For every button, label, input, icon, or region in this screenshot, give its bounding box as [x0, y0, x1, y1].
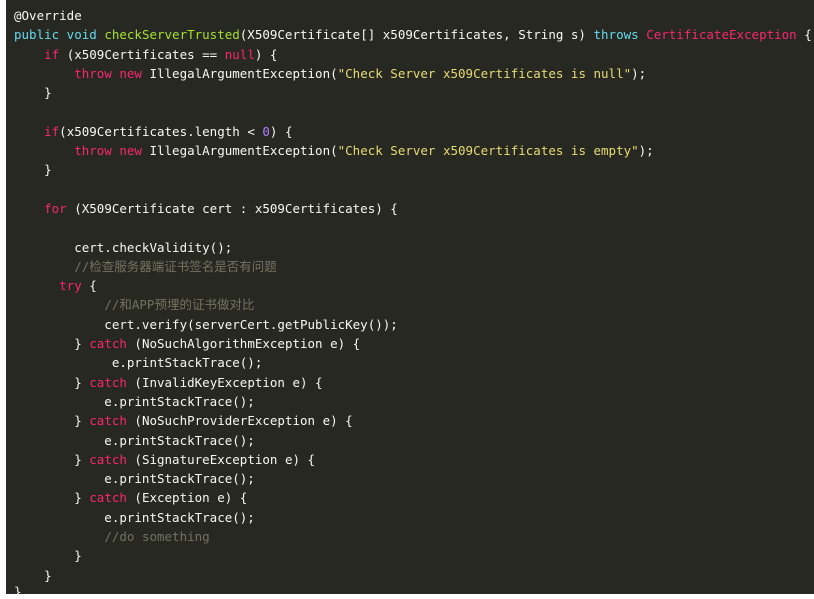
- code-token: e.printStackTrace();: [14, 355, 263, 371]
- code-token: {: [796, 27, 812, 43]
- code-token: //检查服务器端证书签名是否有问题: [74, 258, 277, 274]
- code-editor: @Override public void checkServerTrusted(…: [6, 0, 814, 599]
- code-line: //和APP预埋的证书做对比: [6, 295, 814, 314]
- code-token: (Exception e) {: [126, 490, 248, 506]
- code-token: );: [638, 143, 654, 159]
- closing-brace: }: [14, 584, 22, 599]
- code-token: "Check Server x509Certificates is empty": [337, 143, 639, 159]
- code-token: (X509Certificate cert : x509Certificates…: [66, 200, 398, 216]
- code-line: } catch (SignatureException e) {: [6, 450, 814, 469]
- code-token: }: [14, 413, 90, 429]
- code-line: for (X509Certificate cert : x509Certific…: [6, 199, 814, 218]
- code-token: (X509Certificate[] x509Certificates, Str…: [239, 27, 594, 43]
- code-token: (NoSuchAlgorithmException e) {: [126, 336, 361, 352]
- code-token: (x509Certificates.length <: [59, 123, 263, 139]
- code-token: }: [14, 490, 90, 506]
- code-line: } catch (InvalidKeyException e) {: [6, 373, 814, 392]
- code-line: }: [6, 566, 814, 585]
- code-token: ) {: [269, 123, 293, 139]
- code-token: e.printStackTrace();: [14, 471, 255, 487]
- code-line: //do something: [6, 527, 814, 546]
- code-token: throws: [593, 27, 639, 43]
- code-token: checkServerTrusted: [104, 27, 240, 43]
- code-token: catch: [89, 336, 127, 352]
- code-line: }: [6, 160, 814, 179]
- code-token: e.printStackTrace();: [14, 432, 255, 448]
- code-line: }: [6, 83, 814, 102]
- code-token: e.printStackTrace();: [14, 393, 255, 409]
- code-token: }: [14, 451, 90, 467]
- code-token: catch: [89, 451, 127, 467]
- code-line: }: [6, 546, 814, 565]
- code-line: e.printStackTrace();: [6, 469, 814, 488]
- code-line: try {: [6, 276, 814, 295]
- code-token: {: [81, 278, 97, 294]
- code-token: cert.checkValidity();: [14, 239, 233, 255]
- code-token: if: [44, 46, 60, 62]
- code-token: IllegalArgumentException(: [141, 143, 338, 159]
- code-token: ) {: [254, 46, 278, 62]
- code-token: //do something: [104, 529, 210, 545]
- code-token: (x509Certificates ==: [59, 46, 225, 62]
- code-token: }: [14, 374, 90, 390]
- code-token: try: [59, 278, 82, 294]
- code-line: } catch (NoSuchAlgorithmException e) {: [6, 334, 814, 353]
- code-token: );: [631, 65, 647, 81]
- code-token: if: [44, 123, 60, 139]
- code-line: //检查服务器端证书签名是否有问题: [6, 257, 814, 276]
- code-token: "Check Server x509Certificates is null": [337, 65, 632, 81]
- code-token: null: [224, 46, 255, 62]
- code-token: IllegalArgumentException(: [141, 65, 338, 81]
- code-token: throw new: [74, 65, 142, 81]
- code-token: public void: [14, 27, 105, 43]
- code-token: CertificateException: [646, 27, 797, 43]
- code-token: for: [44, 200, 67, 216]
- code-line: } catch (NoSuchProviderException e) {: [6, 411, 814, 430]
- code-token: catch: [89, 374, 127, 390]
- code-token: }: [14, 548, 82, 564]
- code-line: public void checkServerTrusted(X509Certi…: [6, 25, 814, 44]
- code-token: @Override: [14, 8, 82, 23]
- code-token: (InvalidKeyException e) {: [126, 374, 323, 390]
- code-token: e.printStackTrace();: [14, 509, 255, 525]
- code-token: 0: [262, 123, 270, 139]
- code-line: e.printStackTrace();: [6, 353, 814, 372]
- code-token: catch: [89, 413, 127, 429]
- code-line: cert.verify(serverCert.getPublicKey());: [6, 315, 814, 334]
- code-token: }: [14, 336, 90, 352]
- code-token: }: [14, 567, 52, 583]
- code-line: throw new IllegalArgumentException("Chec…: [6, 141, 814, 160]
- code-token: cert.verify(serverCert.getPublicKey());: [14, 316, 398, 332]
- code-line: @Override: [6, 6, 814, 25]
- code-line: e.printStackTrace();: [6, 431, 814, 450]
- code-line: e.printStackTrace();: [6, 508, 814, 527]
- code-token: (SignatureException e) {: [126, 451, 316, 467]
- code-line: if (x509Certificates == null) {: [6, 45, 814, 64]
- code-token: throw new: [74, 143, 142, 159]
- code-line: if(x509Certificates.length < 0) {: [6, 122, 814, 141]
- code-block: @Override public void checkServerTrusted(…: [6, 6, 814, 585]
- code-line: e.printStackTrace();: [6, 392, 814, 411]
- code-token: }: [14, 85, 52, 101]
- code-line: cert.checkValidity();: [6, 238, 814, 257]
- code-token: catch: [89, 490, 127, 506]
- code-token: (NoSuchProviderException e) {: [126, 413, 353, 429]
- code-line: } catch (Exception e) {: [6, 488, 814, 507]
- code-token: }: [14, 162, 52, 178]
- code-line: throw new IllegalArgumentException("Chec…: [6, 64, 814, 83]
- code-token: //和APP预埋的证书做对比: [104, 297, 255, 313]
